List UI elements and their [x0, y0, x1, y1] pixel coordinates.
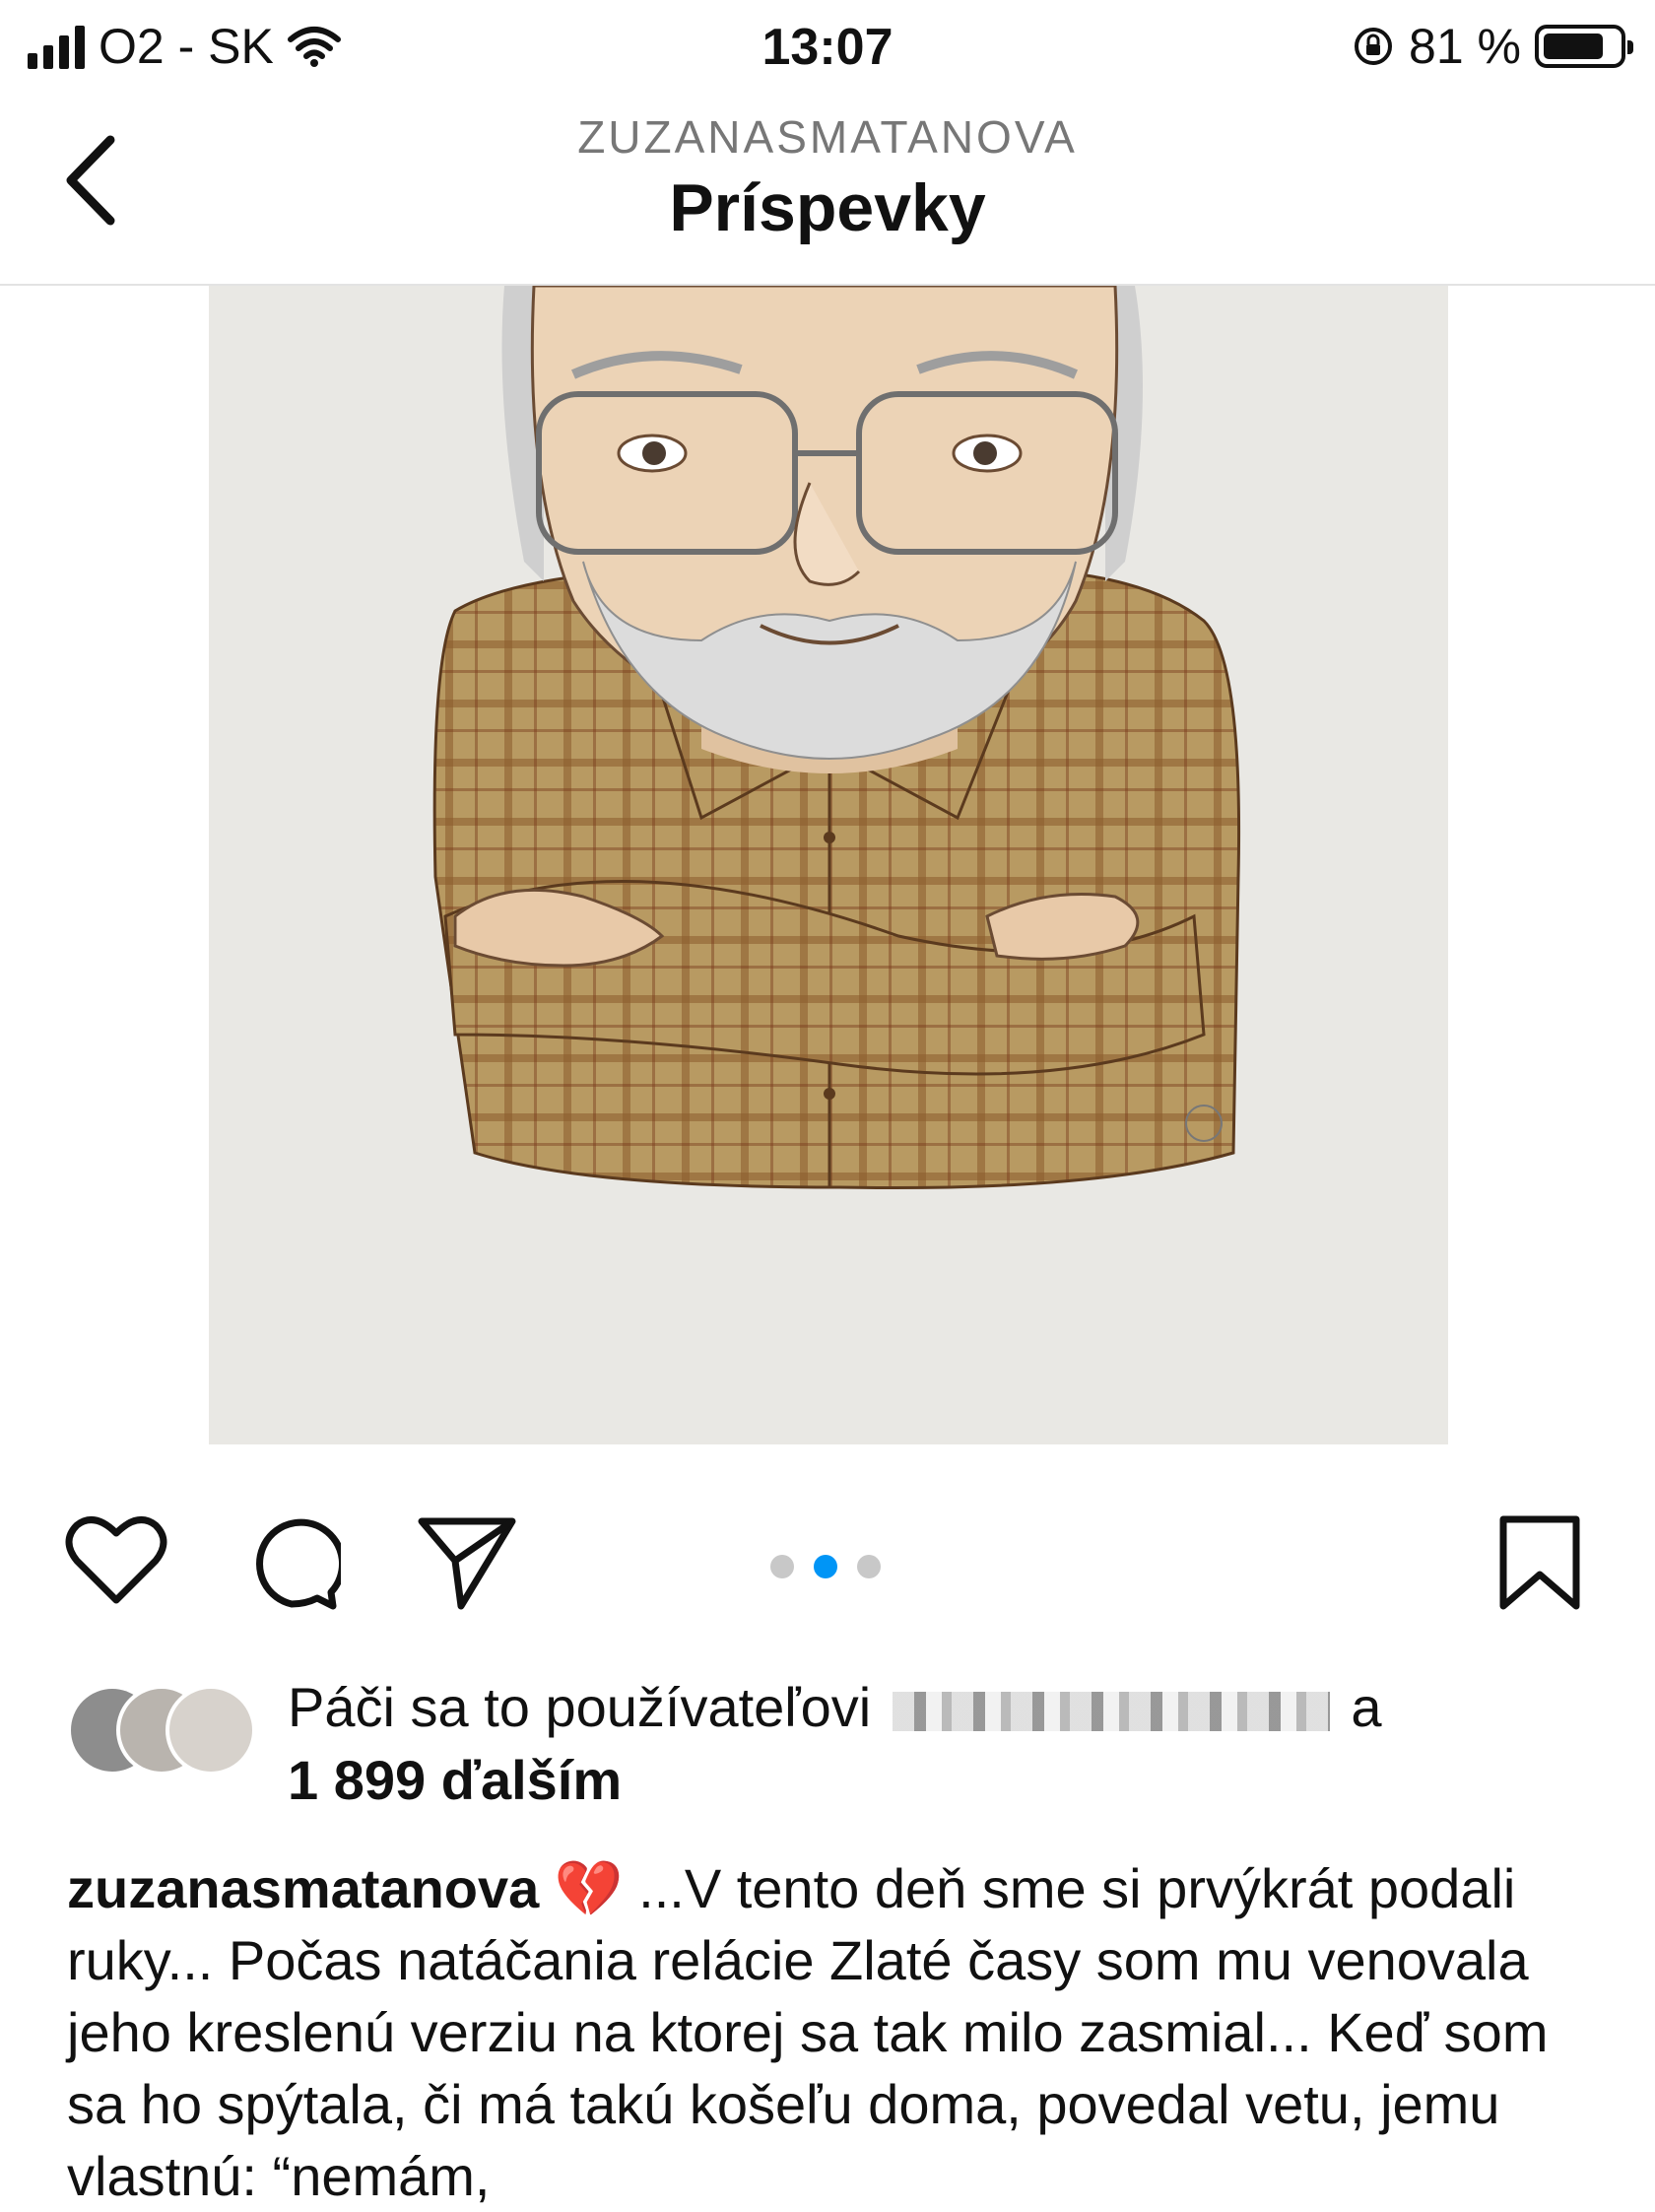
avatar [166, 1685, 256, 1776]
carousel-indicator [770, 1555, 881, 1578]
likes-count[interactable]: 1 899 ďalším [288, 1748, 622, 1812]
comment-bubble-icon[interactable] [242, 1513, 341, 1612]
likes-prefix: Páči sa to používateľovi [288, 1676, 872, 1738]
battery-icon [1535, 25, 1633, 68]
post-caption: zuzanasmatanova 💔 ...V tento deň sme si … [67, 1852, 1604, 2212]
likes-suffix: a [1351, 1676, 1382, 1738]
carousel-dot [857, 1555, 881, 1578]
page-title: Príspevky [669, 170, 986, 245]
caption-username[interactable]: zuzanasmatanova [67, 1857, 539, 1919]
battery-group: 81 % [1352, 18, 1633, 75]
likes-section[interactable]: Páči sa to používateľovi a 1 899 ďalším [67, 1675, 1604, 1823]
liker-avatars [67, 1685, 264, 1776]
battery-percent: 81 % [1409, 19, 1521, 74]
paper-plane-icon[interactable] [418, 1513, 516, 1612]
post-actions [0, 1500, 1655, 1618]
status-bar: O2 - SK 13:07 81 % [0, 0, 1655, 99]
carousel-dot [814, 1555, 837, 1578]
nav-header: ZUZANASMATANOVA Príspevky [0, 99, 1655, 286]
carousel-dot [770, 1555, 794, 1578]
orientation-lock-icon [1355, 28, 1393, 65]
caricature-illustration [432, 286, 1241, 1190]
likes-text: Páči sa to používateľovi a [288, 1675, 1382, 1739]
bookmark-icon[interactable] [1497, 1513, 1582, 1612]
battery-level-fill [1544, 34, 1603, 59]
heart-icon[interactable] [65, 1513, 167, 1608]
blurred-username[interactable] [892, 1692, 1330, 1732]
header-username: ZUZANASMATANOVA [577, 111, 1078, 163]
broken-heart-emoji: 💔 [554, 1857, 624, 1919]
post-image[interactable] [209, 286, 1448, 1444]
